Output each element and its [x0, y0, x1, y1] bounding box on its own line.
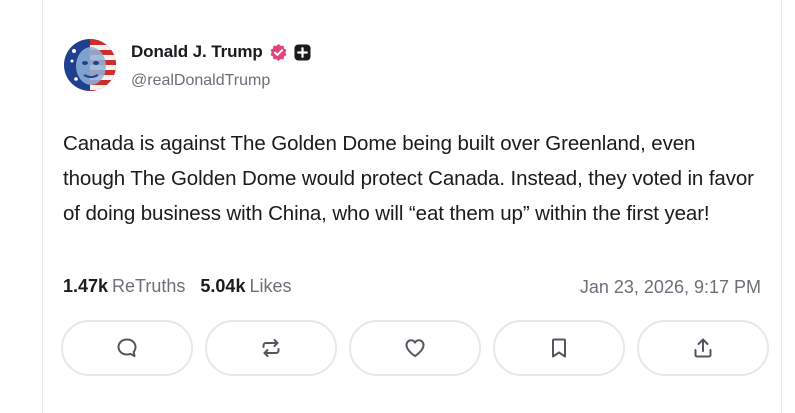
retruths-count[interactable]: 1.47k: [63, 276, 108, 297]
post-action-bar: [61, 320, 769, 376]
post-body-text: Canada is against The Golden Dome being …: [63, 132, 754, 225]
avatar-image: [64, 39, 116, 91]
bookmark-button[interactable]: [493, 320, 625, 376]
author-handle[interactable]: @realDonaldTrump: [131, 72, 270, 90]
repost-icon: [262, 339, 280, 357]
comment-icon: [117, 338, 137, 357]
heart-icon: [405, 339, 425, 357]
share-icon: [694, 338, 712, 358]
post-timestamp[interactable]: Jan 23, 2026, 9:17 PM: [580, 277, 761, 298]
likes-count[interactable]: 5.04k: [200, 276, 245, 297]
retruth-button[interactable]: [205, 320, 337, 376]
retruths-label[interactable]: ReTruths: [112, 276, 185, 297]
likes-label[interactable]: Likes: [249, 276, 291, 297]
share-button[interactable]: [637, 320, 769, 376]
reply-button[interactable]: [61, 320, 193, 376]
bookmark-icon: [552, 338, 566, 358]
post-stats: 1.47k ReTruths 5.04k Likes: [63, 276, 291, 297]
author-name-row: Donald J. Trump: [131, 42, 311, 62]
author-display-name[interactable]: Donald J. Trump: [131, 42, 263, 62]
author-avatar[interactable]: [64, 39, 116, 91]
verified-badge-icon: [269, 43, 288, 62]
like-button[interactable]: [349, 320, 481, 376]
plus-badge-icon: [294, 43, 311, 61]
